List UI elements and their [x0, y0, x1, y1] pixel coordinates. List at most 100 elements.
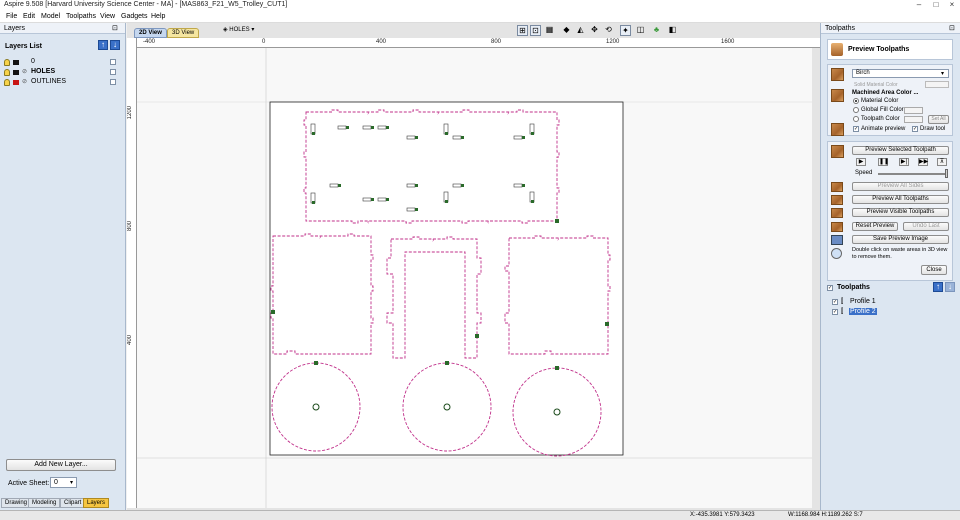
material-select[interactable]: Birch ▾ — [852, 69, 949, 78]
reset-preview-button[interactable]: Reset Preview — [852, 222, 898, 231]
start-marker — [605, 322, 609, 326]
step-forward-icon[interactable]: ▶| — [899, 158, 909, 166]
grid-icon[interactable]: ▦ — [544, 25, 555, 36]
panel-pin-icon[interactable]: ⊡ — [949, 24, 955, 32]
radio-global-fill-color[interactable] — [853, 107, 859, 113]
lightbulb-icon[interactable] — [4, 59, 10, 66]
solid-material-color-label: Solid Material Color — [854, 82, 898, 88]
profile-icon: ⫿ — [841, 298, 844, 305]
tree-icon[interactable]: ♣ — [651, 25, 662, 36]
tab-drawing[interactable]: Drawing — [1, 498, 32, 508]
preview-title: Preview Toolpaths — [848, 46, 910, 53]
speed-slider-track[interactable] — [878, 173, 948, 175]
cube-icon[interactable]: ◧ — [667, 25, 678, 36]
toolpath-visible-checkbox[interactable]: ✓ — [832, 299, 838, 305]
preview-visible-toolpaths-button[interactable]: Preview Visible Toolpaths — [852, 208, 949, 217]
toolpaths-panel: Toolpaths ⊡ Preview Toolpaths Birch ▾ So… — [820, 23, 960, 510]
panel-pin-icon[interactable]: ⊡ — [112, 24, 118, 32]
stack-icon — [831, 195, 843, 205]
draw-tool-checkbox[interactable]: ✓ — [912, 126, 918, 132]
rotate-icon[interactable]: ⟲ — [603, 25, 614, 36]
undo-last-button[interactable]: Undo Last — [903, 222, 949, 231]
draw-tool-label: Draw tool — [920, 126, 946, 132]
start-marker — [555, 219, 559, 223]
zoom-selected-icon[interactable]: ⊡ — [530, 25, 541, 36]
direction-arrow: › — [432, 237, 434, 244]
tab-3d-view[interactable]: 3D View — [167, 28, 200, 38]
waste-hint-text: Double click on waste areas in 3D view t… — [852, 247, 948, 260]
preview-all-toolpaths-button[interactable]: Preview All Toolpaths — [852, 195, 949, 204]
toolpaths-show-checkbox[interactable]: ✓ — [827, 285, 833, 291]
preview-all-sides-button[interactable]: Preview All Sides — [852, 182, 949, 191]
zoom-icon[interactable]: ⊞ — [517, 25, 528, 36]
animate-preview-checkbox[interactable]: ✓ — [853, 126, 859, 132]
move-toolpath-down-button[interactable]: ↓ — [945, 282, 955, 292]
tab-clipart[interactable]: Clipart — [60, 498, 86, 508]
layer-lock-checkbox[interactable] — [110, 59, 116, 65]
layer-row-0[interactable]: 0 — [4, 58, 119, 67]
toolpath-row[interactable]: ✓ ⫿ Profile 2 — [832, 308, 942, 317]
toolpath-visible-checkbox[interactable]: ✓ — [832, 309, 838, 315]
lightbulb-icon[interactable] — [4, 79, 10, 86]
no-entry-icon: ⊘ — [22, 79, 28, 85]
layer-dropdown[interactable]: ◈ HOLES ▾ — [223, 25, 259, 36]
tab-modeling[interactable]: Modeling — [28, 498, 61, 508]
start-marker — [386, 198, 389, 201]
layer-row-outlines[interactable]: ⊘ OUTLINES — [4, 78, 119, 87]
preview-toolpaths-icon — [831, 43, 843, 56]
layer-color-swatch[interactable] — [13, 60, 19, 65]
move-layer-up-button[interactable]: ↑ — [98, 40, 108, 50]
animate-texture-icon — [831, 123, 844, 136]
layer-lock-checkbox[interactable] — [110, 69, 116, 75]
add-new-layer-button[interactable]: Add New Layer... — [6, 459, 116, 471]
view-iso-icon[interactable]: ◭ — [575, 25, 586, 36]
layer-dropdown-value: HOLES — [229, 27, 250, 33]
layer-color-swatch[interactable] — [13, 80, 19, 85]
snap-icon[interactable]: ✦ — [620, 25, 631, 36]
pause-icon[interactable]: ❚❚ — [878, 158, 889, 166]
solid-color-select[interactable] — [925, 81, 949, 88]
layer-color-swatch[interactable] — [13, 70, 19, 75]
tab-2d-view[interactable]: 2D View — [134, 28, 167, 38]
menu-edit[interactable]: Edit — [23, 13, 35, 20]
preview-selected-toolpath-button[interactable]: Preview Selected Toolpath — [852, 146, 949, 155]
skip-to-end-icon[interactable]: ⊼ — [937, 158, 947, 166]
layers-toggle-icon[interactable]: ◫ — [635, 25, 646, 36]
tab-layers[interactable]: Layers — [83, 498, 110, 508]
fast-forward-icon[interactable]: ▶▶ — [918, 158, 928, 166]
save-preview-image-button[interactable]: Save Preview Image — [852, 235, 949, 244]
minimize-button[interactable]: – — [912, 0, 926, 10]
start-marker — [461, 184, 464, 187]
layer-lock-checkbox[interactable] — [110, 79, 116, 85]
menu-gadgets[interactable]: Gadgets — [121, 13, 147, 20]
layers-panel-header: Layers — [0, 23, 125, 34]
menu-view[interactable]: View — [100, 13, 115, 20]
radio-toolpath-color[interactable] — [853, 116, 859, 122]
speed-slider-handle[interactable] — [945, 169, 948, 178]
menu-toolpaths[interactable]: Toolpaths — [66, 13, 96, 20]
material-sheet — [269, 101, 624, 456]
active-sheet-value: 0 — [54, 479, 58, 486]
align-icon[interactable]: ◆ — [561, 25, 572, 36]
set-all-button[interactable]: Set All — [928, 115, 949, 124]
menu-help[interactable]: Help — [151, 13, 165, 20]
move-layer-down-button[interactable]: ↓ — [110, 40, 120, 50]
menu-model[interactable]: Model — [41, 13, 60, 20]
lightbulb-icon[interactable] — [4, 69, 10, 76]
play-icon[interactable]: ▶ — [856, 158, 866, 166]
drawing-canvas[interactable]: › › › ‹ ‹ › › › — [137, 48, 812, 508]
menu-file[interactable]: File — [6, 13, 17, 20]
active-sheet-select[interactable]: 0 ▾ — [50, 477, 77, 488]
slot-hole — [406, 207, 416, 212]
pan-icon[interactable]: ✥ — [589, 25, 600, 36]
toolpath-color-select[interactable] — [904, 116, 923, 123]
radio-material-color[interactable] — [853, 98, 859, 104]
close-button[interactable]: Close — [921, 265, 947, 275]
close-window-button[interactable]: × — [945, 0, 959, 10]
layer-row-holes[interactable]: ⊘ HOLES — [4, 68, 119, 77]
move-toolpath-up-button[interactable]: ↑ — [933, 282, 943, 292]
global-fill-select[interactable] — [904, 107, 923, 114]
toolpath-row[interactable]: ✓ ⫿ Profile 1 — [832, 298, 942, 307]
maximize-button[interactable]: □ — [929, 0, 943, 10]
no-entry-icon: ⊘ — [22, 69, 28, 75]
